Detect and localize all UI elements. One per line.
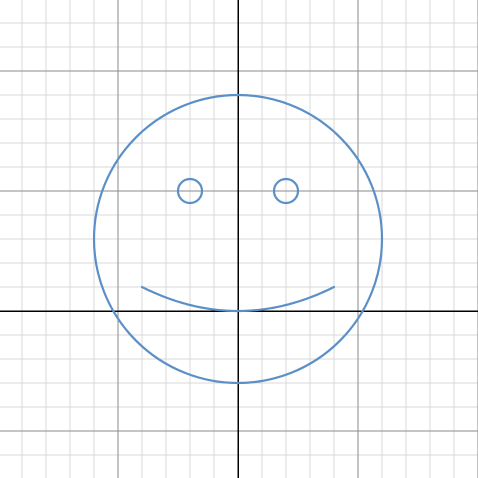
graph-canvas[interactable] xyxy=(0,0,478,478)
minor-gridlines xyxy=(0,0,478,478)
graph-plot-area[interactable] xyxy=(0,0,478,478)
